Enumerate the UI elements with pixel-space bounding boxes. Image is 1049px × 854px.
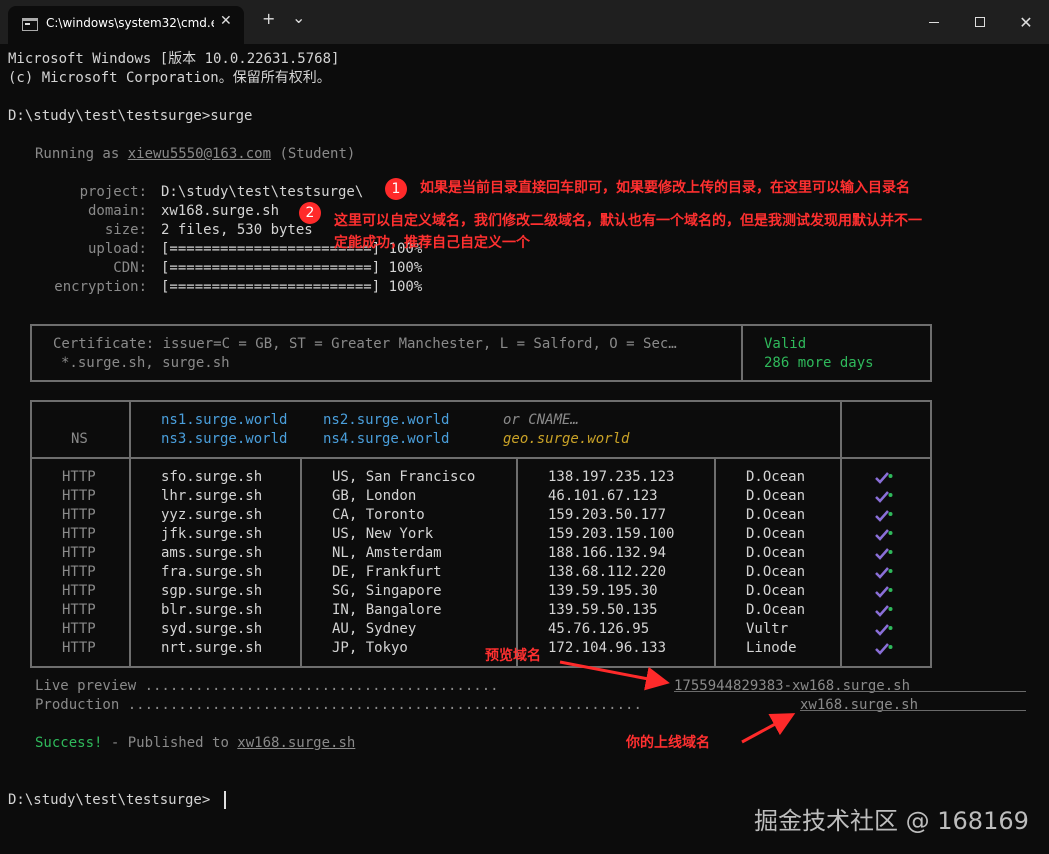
annotation-arrows [559,660,796,744]
watermark: 掘金技术社区 @ 168169 [754,807,1029,835]
arrow-to-production-url [741,713,796,744]
arrow-to-preview-url [559,660,670,691]
